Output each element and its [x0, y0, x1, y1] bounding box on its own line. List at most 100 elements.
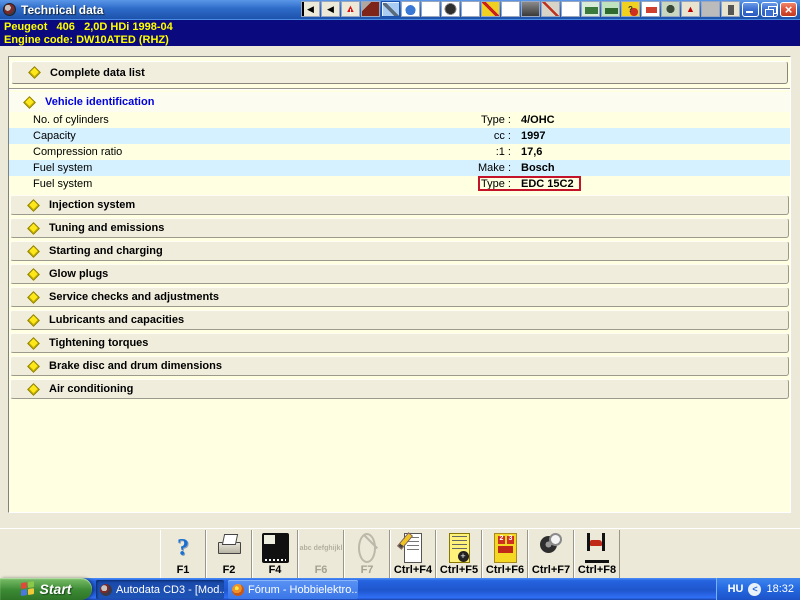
section-brake-dimensions[interactable]: Brake disc and drum dimensions — [10, 356, 789, 376]
autodata-icon — [100, 583, 112, 596]
section-glow-plugs[interactable]: Glow plugs — [10, 264, 789, 284]
brakes-icon[interactable] — [561, 1, 580, 17]
section-label: Injection system — [49, 199, 136, 211]
diamond-collapsed-icon — [27, 198, 40, 212]
table-row: Fuel system Make : Bosch — [9, 160, 790, 176]
section-starting-and-charging[interactable]: Starting and charging — [10, 241, 789, 261]
service-schedule-icon[interactable] — [401, 1, 420, 17]
table-row: Capacity cc : 1997 — [9, 128, 790, 144]
wheel-check-icon — [540, 533, 562, 563]
diamond-collapsed-icon — [27, 313, 40, 327]
labour-times-icon[interactable] — [461, 1, 480, 17]
crash-data-icon[interactable] — [361, 1, 380, 17]
task-title: Fórum - Hobbielektro... — [248, 583, 358, 596]
row-value: Bosch — [521, 162, 555, 174]
measure-button-disabled: F7 — [344, 530, 390, 578]
first-page-icon[interactable]: ◀ — [301, 1, 320, 17]
task-title: Autodata CD3 - [Mod... — [116, 583, 224, 596]
language-indicator[interactable]: HU — [728, 583, 744, 595]
ignition-timing-button[interactable]: Ctrl+F6 — [482, 530, 528, 578]
fkey-label: Ctrl+F6 — [485, 564, 525, 576]
section-complete-data-list[interactable]: Complete data list — [11, 61, 788, 84]
section-label: Starting and charging — [49, 245, 163, 257]
diamond-collapsed-icon — [27, 244, 40, 258]
fkey-label: Ctrl+F5 — [439, 564, 479, 576]
taskbar-item-forum[interactable]: Fórum - Hobbielektro... — [228, 580, 358, 599]
engine-icon[interactable] — [521, 1, 540, 17]
back-icon[interactable]: ◀ — [321, 1, 340, 17]
section-tightening-torques[interactable]: Tightening torques — [10, 333, 789, 353]
document-pointer-button[interactable]: Ctrl+F5 — [436, 530, 482, 578]
display-button[interactable]: F4 — [252, 530, 298, 578]
section-service-checks[interactable]: Service checks and adjustments — [10, 287, 789, 307]
section-label: Complete data list — [50, 66, 145, 79]
gears-icon[interactable] — [701, 1, 720, 17]
print-manager-icon[interactable] — [581, 1, 600, 17]
diagnostics-icon[interactable]: ? — [621, 1, 640, 17]
fkey-label: F4 — [268, 564, 282, 576]
table-row: Fuel system Type : EDC 15C2 — [9, 176, 790, 192]
printer-icon — [216, 533, 242, 563]
main-area: Complete data list Vehicle identificatio… — [0, 46, 800, 528]
row-value: 4/OHC — [521, 114, 555, 126]
close-button[interactable] — [780, 2, 797, 17]
section-tuning-and-emissions[interactable]: Tuning and emissions — [10, 218, 789, 238]
edit-note-button[interactable]: Ctrl+F4 — [390, 530, 436, 578]
clock[interactable]: 18:32 — [766, 583, 794, 595]
car-adjustments-icon[interactable] — [421, 1, 440, 17]
vehicle-model: Peugeot 406 2,0D HDi 1998-04 — [4, 21, 173, 33]
fkey-label: Ctrl+F4 — [393, 564, 433, 576]
row-value: 1997 — [521, 130, 546, 142]
hazard-icon[interactable]: ▲ — [681, 1, 700, 17]
display-icon — [261, 533, 289, 563]
section-label: Brake disc and drum dimensions — [49, 360, 222, 372]
diamond-collapsed-icon — [27, 290, 40, 304]
tools-icon[interactable] — [481, 1, 500, 17]
taskbar-item-autodata[interactable]: Autodata CD3 - [Mod... — [96, 580, 224, 599]
section-vehicle-identification[interactable]: Vehicle identification — [9, 92, 790, 112]
section-air-conditioning[interactable]: Air conditioning — [10, 379, 789, 399]
section-label: Tuning and emissions — [49, 222, 165, 234]
row-unit: Type : — [481, 114, 511, 126]
vehicle-lift-button[interactable]: Ctrl+F8 — [574, 530, 620, 578]
repair-tool-icon[interactable] — [541, 1, 560, 17]
vehicle-lift-icon — [585, 533, 609, 563]
title-bar: Technical data ◀◀▲?▲ — [0, 0, 800, 19]
minimize-button[interactable] — [742, 2, 759, 17]
section-injection-system[interactable]: Injection system — [10, 195, 789, 215]
timing-belt-icon[interactable] — [501, 1, 520, 17]
technical-data-icon-selected[interactable] — [381, 1, 400, 17]
help-button[interactable]: F1 — [160, 530, 206, 578]
switch-icon[interactable] — [721, 1, 740, 17]
application-window: Technical data ◀◀▲?▲ Peugeot 406 2,0D HD… — [0, 0, 800, 600]
section-lubricants[interactable]: Lubricants and capacities — [10, 310, 789, 330]
print-button[interactable]: F2 — [206, 530, 252, 578]
fkey-label: F1 — [176, 564, 190, 576]
row-label: No. of cylinders — [33, 114, 109, 126]
window-controls — [742, 2, 797, 17]
system-tray: HU < 18:32 — [716, 578, 800, 600]
restore-button[interactable] — [761, 2, 778, 17]
tray-app-icon[interactable]: < — [748, 582, 762, 596]
document-pointer-icon — [448, 533, 470, 563]
fkey-label: F2 — [222, 564, 236, 576]
row-label: Fuel system — [33, 178, 93, 190]
wheel-check-button[interactable]: Ctrl+F7 — [528, 530, 574, 578]
fkey-label: Ctrl+F7 — [531, 564, 571, 576]
start-button[interactable]: Start — [0, 578, 92, 600]
text-block-icon — [300, 533, 343, 563]
fkey-label: F7 — [360, 564, 374, 576]
fkey-label: F6 — [314, 564, 328, 576]
wheel-alignment-icon[interactable] — [441, 1, 460, 17]
row-unit: cc : — [493, 130, 511, 142]
disc-icon[interactable] — [661, 1, 680, 17]
warning-icon[interactable]: ▲ — [341, 1, 360, 17]
diamond-collapsed-icon — [27, 221, 40, 235]
section-label: Service checks and adjustments — [49, 291, 219, 303]
bodywork-icon[interactable] — [641, 1, 660, 17]
table-row: No. of cylinders Type : 4/OHC — [9, 112, 790, 128]
row-label: Capacity — [33, 130, 76, 142]
diamond-collapsed-icon — [28, 66, 41, 79]
service-car-icon[interactable] — [601, 1, 620, 17]
row-label: Compression ratio — [33, 146, 123, 158]
